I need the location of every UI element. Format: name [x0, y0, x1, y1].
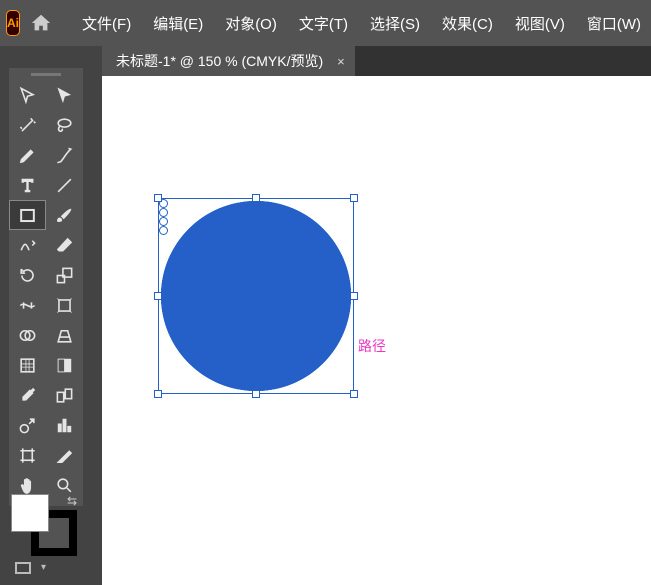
- type-tool[interactable]: [9, 170, 46, 200]
- tool-panel-wrap: ⇆ ▾: [0, 46, 102, 585]
- magic-wand-tool[interactable]: [9, 110, 46, 140]
- menu-item[interactable]: 选择(S): [360, 9, 430, 38]
- document-tab-title: 未标题-1* @ 150 % (CMYK/预览): [116, 51, 323, 71]
- menu-bar: Ai 文件(F)编辑(E)对象(O)文字(T)选择(S)效果(C)视图(V)窗口…: [0, 0, 651, 46]
- canvas[interactable]: 路径: [102, 76, 651, 585]
- live-corner-handle[interactable]: [159, 226, 168, 235]
- center-point-icon: [252, 292, 259, 299]
- shape-builder-tool[interactable]: [9, 320, 46, 350]
- gradient-tool[interactable]: [46, 350, 83, 380]
- curvature-tool[interactable]: [46, 140, 83, 170]
- menu-item[interactable]: 文字(T): [289, 9, 358, 38]
- live-corner-handle[interactable]: [159, 208, 168, 217]
- selection-tool[interactable]: [9, 80, 46, 110]
- menu-item[interactable]: 效果(C): [432, 9, 503, 38]
- menu-item[interactable]: 编辑(E): [143, 9, 213, 38]
- menu-item[interactable]: 窗口(W): [577, 9, 651, 38]
- symbol-sprayer-tool[interactable]: [9, 410, 46, 440]
- shaper-tool[interactable]: [9, 230, 46, 260]
- blend-tool[interactable]: [46, 380, 83, 410]
- free-transform-tool[interactable]: [46, 290, 83, 320]
- tool-grid: [9, 80, 83, 500]
- menu-item[interactable]: 视图(V): [505, 9, 575, 38]
- document-tab-bar: 未标题-1* @ 150 % (CMYK/预览) ×: [102, 46, 651, 76]
- fill-swatch[interactable]: [11, 494, 49, 532]
- draw-mode-normal-icon[interactable]: [15, 562, 31, 574]
- resize-handle[interactable]: [154, 390, 162, 398]
- close-icon[interactable]: ×: [337, 54, 345, 69]
- menu-item[interactable]: 文件(F): [72, 9, 141, 38]
- resize-handle[interactable]: [154, 194, 162, 202]
- direct-selection-tool[interactable]: [46, 80, 83, 110]
- menu-items: 文件(F)编辑(E)对象(O)文字(T)选择(S)效果(C)视图(V)窗口(W): [72, 9, 651, 38]
- resize-handle[interactable]: [350, 292, 358, 300]
- rotate-tool[interactable]: [9, 260, 46, 290]
- line-segment-tool[interactable]: [46, 170, 83, 200]
- artboard-tool[interactable]: [9, 440, 46, 470]
- live-corner-handle[interactable]: [159, 217, 168, 226]
- lasso-tool[interactable]: [46, 110, 83, 140]
- eyedropper-tool[interactable]: [9, 380, 46, 410]
- smart-guide-label: 路径: [358, 336, 386, 356]
- panel-grip-icon[interactable]: [9, 68, 83, 80]
- width-tool[interactable]: [9, 290, 46, 320]
- resize-handle[interactable]: [350, 194, 358, 202]
- home-icon[interactable]: [30, 12, 52, 34]
- scale-tool[interactable]: [46, 260, 83, 290]
- resize-handle[interactable]: [350, 390, 358, 398]
- menu-item[interactable]: 对象(O): [215, 9, 287, 38]
- mesh-tool[interactable]: [9, 350, 46, 380]
- rectangle-tool[interactable]: [9, 200, 46, 230]
- draw-mode-dropdown-icon[interactable]: ▾: [41, 562, 46, 573]
- column-graph-tool[interactable]: [46, 410, 83, 440]
- resize-handle[interactable]: [252, 390, 260, 398]
- selected-rectangle[interactable]: [158, 198, 354, 394]
- pen-tool[interactable]: [9, 140, 46, 170]
- document-tab[interactable]: 未标题-1* @ 150 % (CMYK/预览) ×: [102, 46, 355, 76]
- app-logo-icon: Ai: [6, 10, 20, 36]
- zoom-tool[interactable]: [46, 470, 83, 500]
- slice-tool[interactable]: [46, 440, 83, 470]
- paintbrush-tool[interactable]: [46, 200, 83, 230]
- eraser-tool[interactable]: [46, 230, 83, 260]
- swap-fill-stroke-icon[interactable]: ⇆: [67, 494, 77, 508]
- tool-panel: ⇆ ▾: [9, 68, 83, 506]
- perspective-grid-tool[interactable]: [46, 320, 83, 350]
